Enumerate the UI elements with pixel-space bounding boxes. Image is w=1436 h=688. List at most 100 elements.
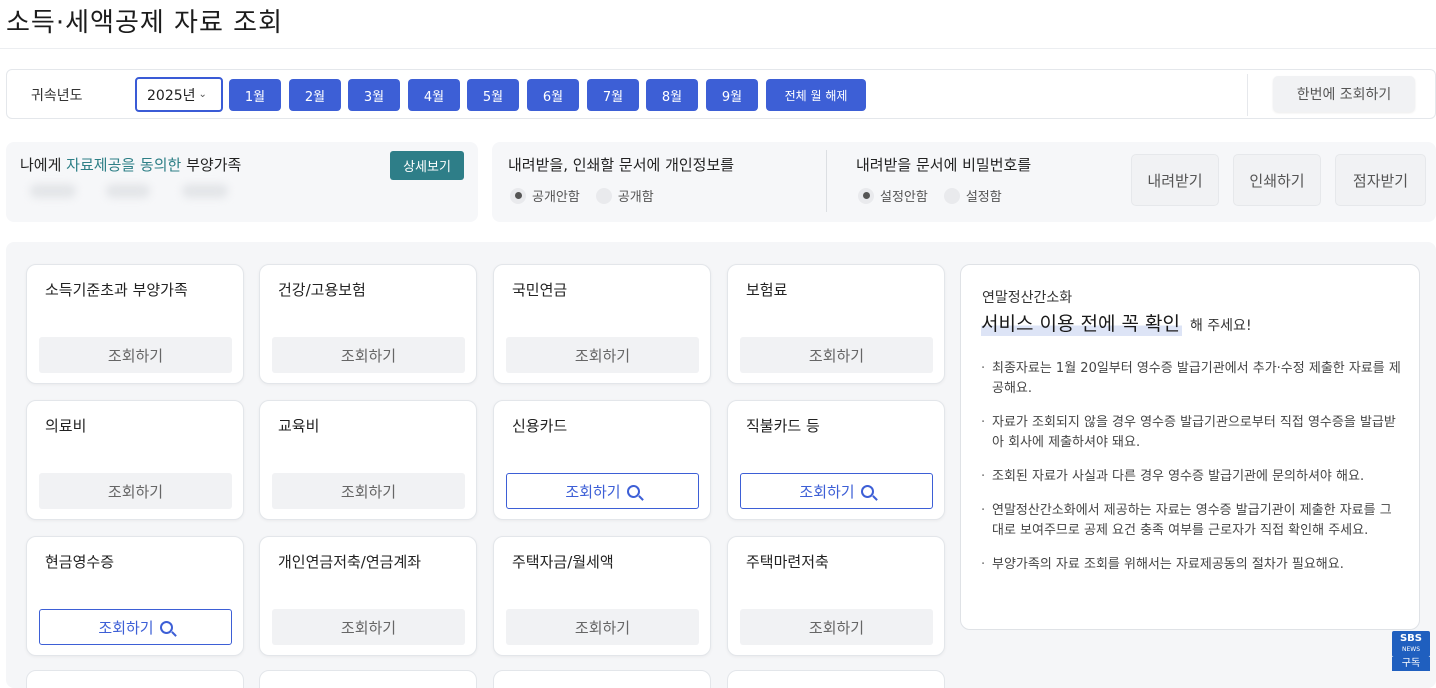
deduction-card: 의료비 조회하기 [26,400,244,520]
dependents-title-accent: 자료제공을 동의한 [66,156,182,174]
dependents-title: 나에게 자료제공을 동의한 부양가족 [20,154,241,175]
toolbar-divider [1247,74,1248,116]
card-query-label: 조회하기 [808,618,865,637]
card-title: 주택자금/월세액 [512,553,614,571]
radio-label: 설정함 [965,190,1002,205]
search-icon [159,620,173,634]
card-query-button[interactable]: 조회하기 [740,473,933,509]
card-query-button[interactable]: 조회하기 [39,609,232,645]
card-query-button[interactable]: 조회하기 [506,609,699,645]
chevron-down-icon: ⌄ [198,89,207,100]
month-button-6[interactable]: 6월 [527,79,579,111]
password-options: 설정안함 설정함 [858,186,1018,205]
card-query-label: 조회하기 [574,618,631,637]
blurred-dependent-name [30,184,76,198]
deduction-card: 개인연금저축/연금계좌조회하기 [259,536,477,656]
card-query-label: 조회하기 [340,482,397,501]
radio-personal-show[interactable]: 공개함 [595,186,654,205]
card-title: 주택마련저축 [746,553,829,571]
radio-personal-hide[interactable]: 공개안함 [510,186,580,205]
card-title: 신용카드 [512,417,568,435]
notice-item: 자료가 조회되지 않을 경우 영수증 발급기관으로부터 직접 영수증을 발급받아… [981,413,1401,453]
month-button-8[interactable]: 8월 [646,79,698,111]
card-query-button[interactable]: 조회하기 [272,609,465,645]
notice-subtitle: 연말정산간소화 [982,290,1073,306]
month-button-2[interactable]: 2월 [289,79,341,111]
notice-item: 조회된 자료가 사실과 다른 경우 영수증 발급기관에 문의하셔야 해요. [981,467,1401,487]
year-select[interactable]: 2025년 ⌄ [135,77,223,112]
subscribe-badge[interactable]: 구독 [1392,657,1430,671]
radio-label: 설정안함 [880,190,928,205]
dependents-panel: 나에게 자료제공을 동의한 부양가족 상세보기 [6,142,478,222]
year-value: 2025년 [147,87,196,104]
braille-button[interactable]: 점자받기 [1335,154,1426,206]
card-query-button[interactable]: 조회하기 [506,337,699,373]
sbs-news-logo: SBS NEWS [1392,631,1430,657]
card-title: 개인연금저축/연금계좌 [278,553,422,571]
card-query-button[interactable]: 조회하기 [740,337,933,373]
month-button-7[interactable]: 7월 [587,79,639,111]
deduction-card: 국민연금조회하기 [493,264,711,384]
month-button-5[interactable]: 5월 [467,79,519,111]
card-partial [259,670,477,688]
download-button[interactable]: 내려받기 [1131,154,1219,206]
detail-view-button[interactable]: 상세보기 [390,151,464,180]
card-partial [727,670,945,688]
card-query-label: 조회하기 [340,346,397,365]
card-query-button[interactable]: 조회하기 [272,473,465,509]
month-button-3[interactable]: 3월 [348,79,400,111]
card-query-button[interactable]: 조회하기 [39,337,232,373]
deduction-items-area: 소득기준초과 부양가족 조회하기 건강/고용보험 조회하기 국민연금 조회하기 보험료 조회하… [6,242,1436,688]
dependents-title-post: 부양가족 [181,156,242,174]
card-query-button[interactable]: 조회하기 [740,609,933,645]
logo-text: SBS [1399,633,1423,644]
card-query-label: 조회하기 [107,346,164,365]
card-query-button[interactable]: 조회하기 [39,473,232,509]
month-button-1[interactable]: 1월 [229,79,281,111]
notice-item: 최종자료는 1월 20일부터 영수증 발급기관에서 추가·수정 제출한 자료를 … [981,359,1401,399]
clear-all-months-button[interactable]: 전체 월 해제 [766,79,866,111]
card-title: 현금영수증 [45,553,115,571]
deduction-card: 보험료조회하기 [727,264,945,384]
card-query-label: 조회하기 [107,482,164,501]
radio-checked-icon [510,187,526,204]
card-query-label: 조회하기 [340,618,397,637]
radio-password-off[interactable]: 설정안함 [858,186,928,205]
notice-headline: 서비스 이용 전에 꼭 확인 해 주세요! [981,309,1252,336]
month-button-9[interactable]: 9월 [706,79,758,111]
radio-checked-icon [858,187,874,204]
card-query-button[interactable]: 조회하기 [272,337,465,373]
year-month-toolbar: 귀속년도 2025년 ⌄ 1월 2월 3월 4월 5월 6월 7월 8월 9월 … [6,69,1436,119]
card-query-label: 조회하기 [808,346,865,365]
card-partial [493,670,711,688]
print-button[interactable]: 인쇄하기 [1233,154,1321,206]
document-options-panel: 내려받을, 인쇄할 문서에 개인정보를 공개안함 공개함 내려받을 문서에 비밀… [492,142,1436,222]
month-button-4[interactable]: 4월 [408,79,460,111]
card-title: 교육비 [278,417,320,435]
notice-headline-suffix: 해 주세요! [1189,318,1252,334]
logo-subtext: NEWS [1401,646,1421,653]
radio-password-on[interactable]: 설정함 [943,186,1002,205]
year-label: 귀속년도 [31,88,83,104]
password-heading: 내려받을 문서에 비밀번호를 [856,156,1032,174]
card-title: 직불카드 등 [746,417,820,435]
radio-unchecked-icon [943,187,960,204]
search-icon [860,484,874,498]
card-title: 보험료 [746,281,788,299]
notice-list: 최종자료는 1월 20일부터 영수증 발급기관에서 추가·수정 제출한 자료를 … [981,359,1401,589]
personal-info-heading: 내려받을, 인쇄할 문서에 개인정보를 [508,156,735,174]
deduction-card: 건강/고용보험 조회하기 [259,264,477,384]
radio-unchecked-icon [595,187,612,204]
card-query-label: 조회하기 [799,482,855,501]
card-query-button[interactable]: 조회하기 [506,473,699,509]
card-query-label: 조회하기 [574,346,631,365]
options-divider [826,150,827,212]
deduction-card: 직불카드 등조회하기 [727,400,945,520]
card-query-label: 조회하기 [98,618,154,637]
query-all-button[interactable]: 한번에 조회하기 [1273,76,1415,112]
deduction-card: 신용카드조회하기 [493,400,711,520]
card-title: 국민연금 [512,281,568,299]
notice-item: 연말정산간소화에서 제공하는 자료는 영수증 발급기관이 제출한 자료를 그대로… [981,501,1401,541]
radio-label: 공개안함 [532,190,580,205]
card-title: 소득기준초과 부양가족 [45,281,188,299]
